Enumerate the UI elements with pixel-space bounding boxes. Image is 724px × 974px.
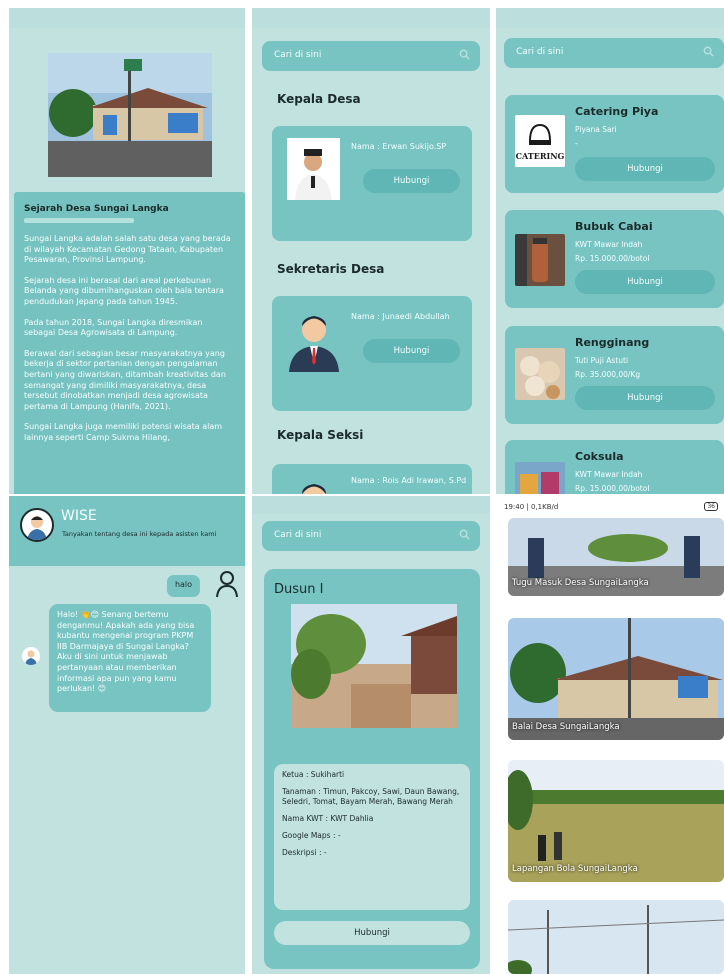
product-name: Bubuk Cabai — [575, 220, 653, 233]
search-input[interactable]: Cari di sini — [262, 41, 480, 71]
product-price: Rp. 35.000,00/Kg — [575, 370, 641, 379]
official-card: Nama : Junaedi Abdullah Hubungi — [272, 296, 472, 411]
search-placeholder: Cari di sini — [274, 50, 322, 60]
product-price: - — [575, 139, 578, 148]
product-seller: Tuti Puji Astuti — [575, 356, 629, 365]
product-price: Rp. 15.000,00/botol — [575, 484, 650, 493]
top-band — [496, 8, 724, 28]
section-heading-kepala-desa: Kepala Desa — [277, 92, 361, 106]
top-band — [252, 8, 490, 28]
dusun-ketua: Ketua : Sukiharti — [282, 770, 345, 779]
top-band — [252, 496, 490, 514]
gallery-caption: Tugu Masuk Desa SungaiLangka — [512, 578, 649, 588]
contact-button[interactable]: Hubungi — [575, 386, 715, 410]
dusun-title: Dusun I — [274, 582, 324, 597]
dusun-card: Dusun I Ketua : Sukiharti Tanaman : Timu… — [264, 569, 480, 969]
search-input[interactable]: Cari di sini — [504, 38, 724, 68]
dusun-kwt: Nama KWT : KWT Dahlia — [282, 814, 374, 823]
dusun-tanaman: Tanaman : Timun, Pakcoy, Sawi, Daun Bawa… — [282, 787, 460, 806]
gallery-card[interactable]: Balai Desa SungaiLangka — [508, 618, 724, 740]
dusun-google-maps: Google Maps : - — [282, 831, 341, 840]
gallery-card[interactable]: Lapangan Bola SungaiLangka — [508, 760, 724, 882]
product-photo — [515, 462, 565, 494]
history-card: Sejarah Desa Sungai Langka Sungai Langka… — [14, 192, 245, 494]
avatar-placeholder-icon — [287, 306, 342, 372]
gallery-caption: Lapangan Bola SungaiLangka — [512, 864, 638, 874]
product-seller: Piyana Sari — [575, 125, 617, 134]
catering-logo-text: CATERING — [515, 151, 565, 161]
section-heading-kepala-seksi: Kepala Seksi — [277, 428, 364, 442]
dusun-info-box: Ketua : Sukiharti Tanaman : Timun, Pakco… — [274, 764, 470, 910]
search-icon[interactable] — [703, 46, 714, 57]
avatar-placeholder-icon — [287, 474, 342, 494]
bot-message-bubble: Halo! 👋😊 Senang bertemu denganmu! Apakah… — [49, 604, 211, 712]
contact-button[interactable]: Hubungi — [575, 157, 715, 181]
dusun-screen: Cari di sini Dusun I Ketua : Sukiharti T… — [252, 496, 490, 974]
product-card: CATERING Catering Piya Piyana Sari - Hub… — [505, 95, 724, 193]
product-price: Rp. 15.000,00/botol — [575, 254, 650, 263]
dusun-photo — [291, 604, 457, 728]
official-name: Nama : Rois Adi Irawan, S.Pd — [351, 476, 467, 485]
search-placeholder: Cari di sini — [516, 47, 564, 57]
official-name: Nama : Junaedi Abdullah — [351, 312, 450, 321]
title-underline — [24, 218, 134, 223]
product-card: Coksula KWT Mawar Indah Rp. 15.000,00/bo… — [505, 440, 724, 494]
assistant-avatar — [20, 508, 54, 542]
search-icon[interactable] — [459, 529, 470, 540]
official-name: Nama : Erwan Sukijo.SP — [351, 142, 447, 151]
official-card: Nama : Rois Adi Irawan, S.Pd — [272, 464, 472, 494]
catering-logo: CATERING — [515, 115, 565, 167]
status-bar: 19:40 | 0,1KB/d 36 — [496, 496, 724, 518]
history-paragraph: Sungai Langka adalah salah satu desa yan… — [24, 234, 231, 265]
top-band — [9, 8, 245, 28]
product-photo — [515, 348, 565, 400]
history-paragraph: Berawal dari sebagian besar masyarakatny… — [24, 348, 226, 411]
history-title: Sejarah Desa Sungai Langka — [24, 204, 169, 214]
product-photo — [515, 234, 565, 286]
history-screen: Sejarah Desa Sungai Langka Sungai Langka… — [9, 8, 245, 494]
gallery-card[interactable] — [508, 900, 724, 974]
status-time: 19:40 | 0,1KB/d — [504, 503, 559, 511]
product-card: Rengginang Tuti Puji Astuti Rp. 35.000,0… — [505, 326, 724, 424]
chat-screen: WISE Tanyakan tentang desa ini kepada as… — [9, 496, 245, 974]
search-placeholder: Cari di sini — [274, 530, 322, 540]
search-icon[interactable] — [459, 49, 470, 60]
search-input[interactable]: Cari di sini — [262, 521, 480, 551]
section-heading-sekretaris-desa: Sekretaris Desa — [277, 262, 385, 276]
history-paragraph: Pada tahun 2018, Sungai Langka diresmika… — [24, 317, 203, 338]
gallery-card[interactable]: Tugu Masuk Desa SungaiLangka — [508, 518, 724, 596]
chat-subtitle: Tanyakan tentang desa ini kepada asisten… — [62, 530, 217, 538]
officials-screen: Cari di sini Kepala Desa Nama : Erwan Su… — [252, 8, 490, 494]
gallery-screen: 19:40 | 0,1KB/d 36 Tugu Masuk Desa Sunga… — [496, 496, 724, 974]
gallery-caption: Balai Desa SungaiLangka — [512, 722, 620, 732]
product-name: Coksula — [575, 450, 624, 463]
contact-button[interactable]: Hubungi — [363, 339, 460, 363]
official-card: Nama : Erwan Sukijo.SP Hubungi — [272, 126, 472, 241]
dusun-deskripsi: Deskripsi : - — [282, 848, 327, 857]
user-message-bubble: halo — [167, 575, 200, 597]
user-icon — [216, 571, 238, 598]
bot-avatar — [22, 647, 40, 665]
contact-button[interactable]: Hubungi — [575, 270, 715, 294]
contact-button[interactable]: Hubungi — [363, 169, 460, 193]
village-hall-photo — [48, 53, 212, 177]
product-card: Bubuk Cabai KWT Mawar Indah Rp. 15.000,0… — [505, 210, 724, 308]
product-seller: KWT Mawar Indah — [575, 470, 643, 479]
products-screen: Cari di sini CATERING Catering Piya Piya… — [496, 8, 724, 494]
product-name: Catering Piya — [575, 105, 659, 118]
battery-icon: 36 — [704, 502, 718, 511]
chat-header: WISE Tanyakan tentang desa ini kepada as… — [9, 496, 245, 566]
chat-title: WISE — [61, 508, 97, 524]
battery-level: 36 — [707, 503, 715, 510]
official-photo — [287, 138, 340, 200]
product-seller: KWT Mawar Indah — [575, 240, 643, 249]
history-paragraph: Sungai Langka juga memiliki potensi wisa… — [24, 422, 223, 442]
history-paragraph: Sejarah desa ini berasal dari areal perk… — [24, 275, 224, 306]
product-name: Rengginang — [575, 336, 650, 349]
contact-button[interactable]: Hubungi — [274, 921, 470, 945]
